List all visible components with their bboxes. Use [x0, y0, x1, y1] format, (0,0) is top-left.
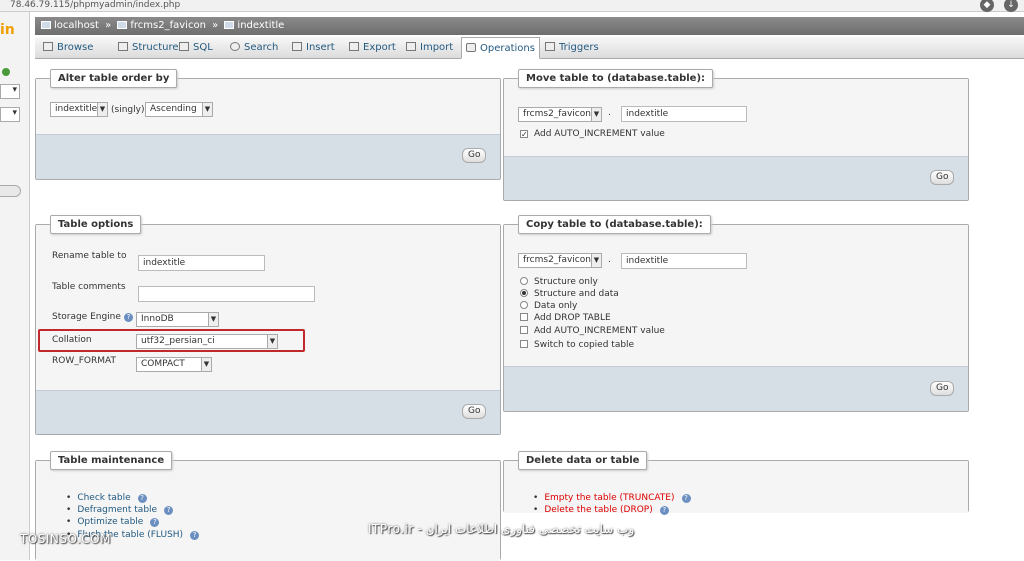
- tab-bar: Browse Structure SQL Search Insert Expor…: [35, 37, 1024, 59]
- help-icon[interactable]: ?: [137, 494, 147, 503]
- sidebar-select-2[interactable]: [0, 107, 20, 122]
- search-icon: [230, 42, 240, 51]
- structure-only-radio[interactable]: Structure only: [520, 277, 598, 287]
- collation-highlight-box: [38, 329, 305, 352]
- database-icon: [117, 21, 128, 29]
- help-icon[interactable]: ?: [681, 494, 691, 503]
- alter-order-legend: Alter table order by: [50, 69, 178, 88]
- rename-input[interactable]: indextitle: [138, 255, 265, 271]
- tab-sql[interactable]: SQL: [175, 37, 217, 59]
- alter-order-fieldset: [35, 78, 501, 180]
- itpro-watermark: وب سایت تخصصی فناوری اطلاعات ایران - ITP…: [368, 522, 635, 536]
- table-icon: [224, 21, 235, 29]
- comments-label: Table comments: [52, 282, 126, 292]
- alter-order-go-button[interactable]: Go: [462, 148, 487, 163]
- server-icon: [41, 21, 51, 29]
- delete-legend: Delete data or table: [518, 451, 648, 470]
- dot-separator: .: [608, 255, 611, 265]
- copy-table-name-input[interactable]: indextitle: [621, 253, 747, 269]
- copy-table-legend: Copy table to (database.table):: [518, 215, 711, 234]
- structure-and-data-radio[interactable]: Structure and data: [520, 289, 619, 299]
- order-direction-select[interactable]: Ascending ▼: [145, 102, 213, 117]
- tab-browse[interactable]: Browse: [39, 37, 97, 59]
- drop-table-link[interactable]: Delete the table (DROP)?: [533, 505, 669, 515]
- table-options-go-button[interactable]: Go: [462, 404, 487, 419]
- wrench-icon: [466, 43, 476, 52]
- chevron-down-icon: ▼: [97, 103, 107, 116]
- checkbox-checked-icon: [520, 130, 528, 138]
- comments-input[interactable]: [138, 286, 315, 302]
- export-icon: [349, 42, 359, 51]
- help-icon[interactable]: ?: [123, 313, 133, 322]
- shield-icon[interactable]: ◆: [980, 0, 994, 12]
- help-icon[interactable]: ?: [164, 506, 174, 515]
- breadcrumb-separator: »: [105, 20, 112, 31]
- insert-icon: [292, 42, 302, 51]
- row-format-select[interactable]: COMPACT ▼: [136, 357, 212, 372]
- chevron-down-icon: ▼: [202, 103, 212, 116]
- chevron-down-icon: ▼: [201, 358, 211, 371]
- sql-icon: [179, 42, 189, 51]
- move-auto-increment-checkbox[interactable]: Add AUTO_INCREMENT value: [520, 129, 665, 139]
- optimize-table-link[interactable]: Optimize table?: [66, 517, 160, 527]
- truncate-table-link[interactable]: Empty the table (TRUNCATE)?: [533, 493, 691, 503]
- breadcrumb-table[interactable]: indextitle: [237, 20, 284, 31]
- help-icon[interactable]: ?: [150, 518, 160, 527]
- chevron-down-icon: ▼: [208, 313, 218, 326]
- check-table-link[interactable]: Check table?: [66, 493, 147, 503]
- table-options-legend: Table options: [50, 215, 142, 234]
- sidebar-select-1[interactable]: [0, 84, 20, 99]
- chevron-down-icon: ▼: [591, 254, 601, 267]
- download-icon[interactable]: ↓: [1004, 0, 1018, 12]
- copy-auto-increment-checkbox[interactable]: Add AUTO_INCREMENT value: [520, 326, 665, 336]
- singly-label: (singly): [111, 105, 145, 115]
- tab-insert[interactable]: Insert: [288, 37, 339, 59]
- order-column-select[interactable]: indextitle ▼: [50, 102, 108, 117]
- tab-structure[interactable]: Structure: [114, 37, 183, 59]
- triggers-icon: [545, 42, 555, 51]
- sidebar-filter-input[interactable]: [0, 185, 21, 197]
- maintenance-legend: Table maintenance: [50, 451, 173, 470]
- engine-label: Storage Engine?: [52, 312, 133, 322]
- storage-engine-select[interactable]: InnoDB ▼: [136, 312, 219, 327]
- move-table-go-button[interactable]: Go: [930, 170, 955, 185]
- rename-label: Rename table to: [52, 251, 127, 261]
- tosinso-watermark: TOSINSO.COM: [20, 532, 111, 546]
- tab-export[interactable]: Export: [345, 37, 400, 59]
- navigation-sidebar: in: [0, 12, 30, 560]
- breadcrumb-database[interactable]: frcms2_favicon: [130, 20, 206, 31]
- dot-separator: .: [608, 108, 611, 118]
- move-table-name-input[interactable]: indextitle: [621, 106, 747, 122]
- chevron-down-icon: ▼: [591, 108, 601, 121]
- breadcrumb: localhost » frcms2_favicon » indextitle: [35, 17, 1024, 35]
- move-table-legend: Move table to (database.table):: [518, 69, 714, 88]
- move-database-select[interactable]: frcms2_favicon ▼: [518, 107, 602, 122]
- row-format-label: ROW_FORMAT: [52, 356, 116, 366]
- phpmyadmin-logo: in: [0, 22, 15, 38]
- breadcrumb-separator: »: [212, 20, 219, 31]
- structure-icon: [118, 42, 128, 51]
- tab-import[interactable]: Import: [402, 37, 457, 59]
- move-table-fieldset: [503, 78, 969, 201]
- help-icon[interactable]: ?: [659, 506, 669, 515]
- tab-operations[interactable]: Operations: [461, 37, 540, 59]
- copy-table-go-button[interactable]: Go: [930, 381, 955, 396]
- tab-search[interactable]: Search: [226, 37, 282, 59]
- switch-to-copied-checkbox[interactable]: Switch to copied table: [520, 340, 634, 350]
- import-icon: [406, 42, 416, 51]
- copy-database-select[interactable]: frcms2_favicon ▼: [518, 253, 602, 268]
- defragment-table-link[interactable]: Defragment table?: [66, 505, 174, 515]
- browse-icon: [43, 42, 53, 51]
- reload-icon[interactable]: [2, 68, 10, 76]
- url-text[interactable]: 78.46.79.115/phpmyadmin/index.php: [10, 0, 180, 10]
- data-only-radio[interactable]: Data only: [520, 301, 577, 311]
- breadcrumb-server[interactable]: localhost: [54, 20, 99, 31]
- help-icon[interactable]: ?: [190, 531, 200, 540]
- tab-triggers[interactable]: Triggers: [541, 37, 603, 59]
- add-drop-table-checkbox[interactable]: Add DROP TABLE: [520, 313, 611, 323]
- browser-url-bar[interactable]: 78.46.79.115/phpmyadmin/index.php ◆ ↓: [0, 0, 1024, 12]
